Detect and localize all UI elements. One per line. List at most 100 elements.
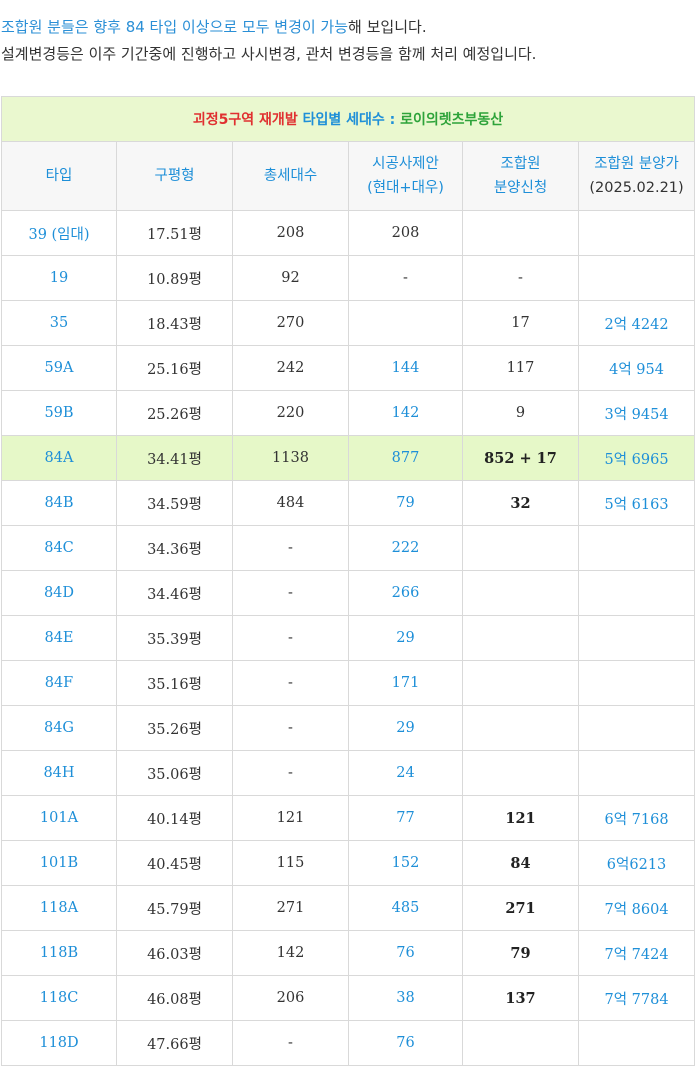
- cell-pyeong: 46.03평: [116, 930, 233, 976]
- cell-type: 19: [1, 255, 117, 301]
- cell-price: 7억 7424: [577, 930, 695, 976]
- cell-price: [577, 525, 695, 571]
- cell-pyeong: 35.26평: [116, 705, 233, 751]
- cell-proposal: -: [348, 255, 463, 301]
- header-member-line2: 분양신청: [493, 180, 548, 196]
- cell-type: 59B: [1, 390, 117, 436]
- cell-total: -: [232, 1020, 349, 1066]
- cell-proposal: 208: [348, 210, 463, 256]
- cell-member: 17: [462, 300, 579, 346]
- cell-proposal: 38: [348, 975, 463, 1021]
- title-district: 괴정5구역 재개발: [192, 112, 298, 128]
- cell-price: [577, 1020, 695, 1066]
- cell-total: 206: [232, 975, 349, 1021]
- table-body: 39 (임대) 17.51평 208 208 19 10.89평 92- -35 18.43평 2…: [1, 210, 695, 1066]
- cell-proposal: 79: [348, 480, 463, 526]
- table-row: 35 18.43평 270 17 2억 4242: [1, 300, 695, 346]
- cell-price: 6억 7168: [577, 795, 695, 841]
- cell-type: 84G: [1, 705, 117, 751]
- cell-price: [577, 705, 695, 751]
- cell-pyeong: 18.43평: [116, 300, 233, 346]
- cell-member: [462, 660, 579, 706]
- cell-price: 5억 6965: [577, 435, 695, 481]
- table-row: 118B 46.03평 142 76 79 7억 7424: [1, 930, 695, 976]
- cell-total: -: [232, 660, 349, 706]
- table-row: 84B 34.59평 484 79 32 5억 6163: [1, 480, 695, 526]
- cell-type: 101A: [1, 795, 117, 841]
- header-member-line1: 조합원: [500, 156, 541, 172]
- header-member: 조합원분양신청: [462, 141, 579, 211]
- cell-member: 9: [462, 390, 579, 436]
- cell-type: 118C: [1, 975, 117, 1021]
- table-row: 84C 34.36평 -222: [1, 525, 695, 571]
- cell-pyeong: 25.26평: [116, 390, 233, 436]
- intro-highlight: 조합원 분들은 향후 84 타입 이상으로 모두 변경이 가능: [1, 18, 349, 36]
- cell-proposal: 29: [348, 615, 463, 661]
- cell-proposal: 171: [348, 660, 463, 706]
- intro-line-1-rest: 해 보입니다.: [348, 18, 427, 36]
- cell-proposal: 266: [348, 570, 463, 616]
- cell-pyeong: 35.16평: [116, 660, 233, 706]
- cell-pyeong: 17.51평: [116, 210, 233, 256]
- cell-type: 39 (임대): [1, 210, 117, 256]
- cell-member: 117: [462, 345, 579, 391]
- cell-total: 115: [232, 840, 349, 886]
- header-type: 타입: [1, 141, 117, 211]
- type-table: 괴정5구역 재개발 타입별 세대수 : 로이의렛츠부동산 타입 구평형 총세대수…: [0, 96, 695, 1066]
- cell-total: 121: [232, 795, 349, 841]
- cell-pyeong: 40.14평: [116, 795, 233, 841]
- cell-type: 84D: [1, 570, 117, 616]
- cell-member: [462, 570, 579, 616]
- table-row: 84F 35.16평 -171: [1, 660, 695, 706]
- cell-member: [462, 750, 579, 796]
- cell-type: 35: [1, 300, 117, 346]
- cell-type: 84E: [1, 615, 117, 661]
- table-row: 84G 35.26평 -29: [1, 705, 695, 751]
- table-row: 118C 46.08평 206 38 137 7억 7784: [1, 975, 695, 1021]
- cell-price: [577, 750, 695, 796]
- cell-type: 84F: [1, 660, 117, 706]
- cell-type: 118D: [1, 1020, 117, 1066]
- cell-proposal: 29: [348, 705, 463, 751]
- cell-price: [577, 210, 695, 256]
- cell-member: [462, 615, 579, 661]
- cell-type: 84C: [1, 525, 117, 571]
- cell-type: 118A: [1, 885, 117, 931]
- cell-type: 118B: [1, 930, 117, 976]
- table-row: 84H 35.06평 -24: [1, 750, 695, 796]
- cell-total: -: [232, 705, 349, 751]
- cell-proposal: 485: [348, 885, 463, 931]
- cell-total: -: [232, 570, 349, 616]
- cell-proposal: 877: [348, 435, 463, 481]
- cell-pyeong: 35.06평: [116, 750, 233, 796]
- cell-price: 7억 8604: [577, 885, 695, 931]
- cell-price: [577, 570, 695, 616]
- cell-price: [577, 255, 695, 301]
- table-row: 101B 40.45평 115 152 84 6억6213: [1, 840, 695, 886]
- cell-price: 3억 9454: [577, 390, 695, 436]
- cell-member: [462, 210, 579, 256]
- header-proposal-line2: (현대+대우): [367, 180, 444, 196]
- cell-pyeong: 45.79평: [116, 885, 233, 931]
- header-total: 총세대수: [232, 141, 349, 211]
- cell-member: 79: [462, 930, 579, 976]
- intro-text: 조합원 분들은 향후 84 타입 이상으로 모두 변경이 가능해 보입니다. 설…: [0, 0, 695, 68]
- cell-pyeong: 47.66평: [116, 1020, 233, 1066]
- cell-total: 271: [232, 885, 349, 931]
- cell-total: 270: [232, 300, 349, 346]
- cell-type: 84A: [1, 435, 117, 481]
- cell-pyeong: 46.08평: [116, 975, 233, 1021]
- cell-pyeong: 10.89평: [116, 255, 233, 301]
- cell-proposal: [348, 300, 463, 346]
- header-price: 조합원 분양가 (2025.02.21): [577, 141, 695, 211]
- cell-total: 208: [232, 210, 349, 256]
- cell-type: 101B: [1, 840, 117, 886]
- table-row: 59B 25.26평 220 142 9 3억 9454: [1, 390, 695, 436]
- header-pyeong: 구평형: [116, 141, 233, 211]
- table-row: 84E 35.39평 -29: [1, 615, 695, 661]
- cell-pyeong: 34.41평: [116, 435, 233, 481]
- cell-type: 84H: [1, 750, 117, 796]
- cell-price: [577, 660, 695, 706]
- cell-member: 84: [462, 840, 579, 886]
- table-title-row: 괴정5구역 재개발 타입별 세대수 : 로이의렛츠부동산: [0, 96, 695, 142]
